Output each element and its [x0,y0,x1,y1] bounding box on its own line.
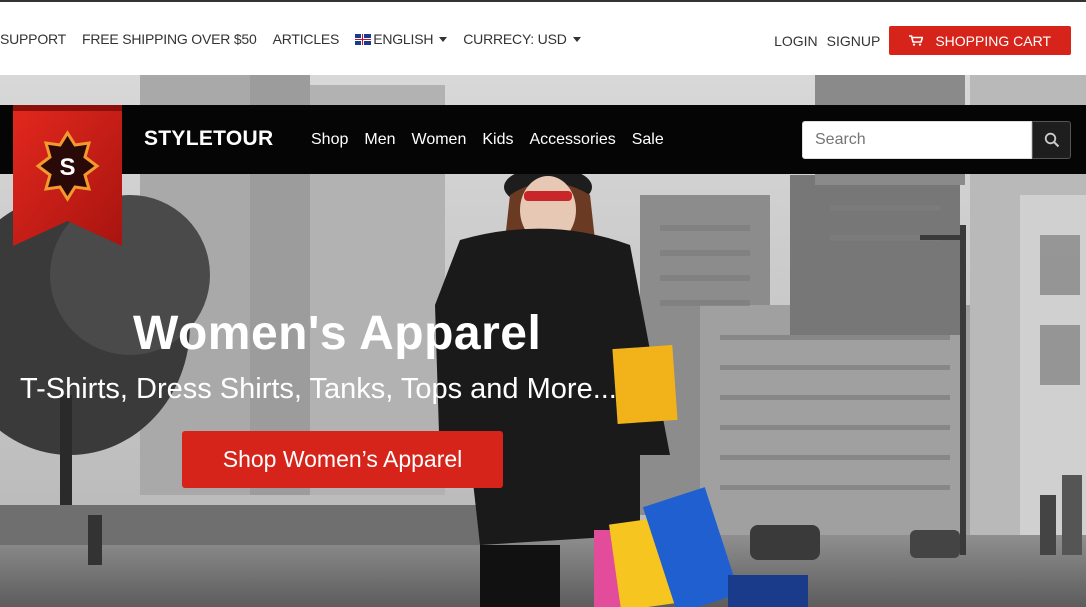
language-dropdown[interactable]: ENGLISH [355,31,448,47]
nav-item-women[interactable]: Women [412,131,467,149]
search-input[interactable] [802,121,1032,159]
nav-item-shop[interactable]: Shop [311,131,348,149]
nav-item-men[interactable]: Men [364,131,395,149]
logo-letter: S [59,154,75,181]
uk-flag-icon [355,33,372,45]
logo-ribbon[interactable]: S [13,105,122,246]
nav-item-sale[interactable]: Sale [632,131,664,149]
language-label: ENGLISH [373,31,434,47]
page: SUPPORT FREE SHIPPING OVER $50 ARTICLES … [0,0,1086,607]
nav-item-kids[interactable]: Kids [482,131,513,149]
caret-down-icon [439,36,448,42]
currency-label: CURRECY: USD [463,31,567,47]
hero-title: Women's Apparel [133,307,542,360]
support-link[interactable]: SUPPORT [0,31,66,47]
brand-name[interactable]: STYLETOUR [144,127,274,151]
hero-subtitle: T-Shirts, Dress Shirts, Tanks, Tops and … [20,373,617,405]
main-navbar: STYLETOUR Shop Men Women Kids Accessorie… [0,105,1086,174]
free-shipping-link[interactable]: FREE SHIPPING OVER $50 [82,31,257,47]
shopping-cart-label: SHOPPING CART [935,32,1051,49]
nav-item-accessories[interactable]: Accessories [529,131,615,149]
shopping-cart-icon [909,35,924,46]
shopping-cart-button[interactable]: SHOPPING CART [889,26,1071,55]
nav-menu: Shop Men Women Kids Accessories Sale [311,131,680,149]
top-utility-bar: SUPPORT FREE SHIPPING OVER $50 ARTICLES … [0,0,1086,75]
signup-link[interactable]: SIGNUP [827,33,881,49]
login-link[interactable]: LOGIN [774,33,818,49]
currency-dropdown[interactable]: CURRECY: USD [463,31,581,47]
shop-womens-apparel-button[interactable]: Shop Women’s Apparel [182,431,503,488]
search-button[interactable] [1032,121,1071,159]
search-icon [1044,132,1059,148]
utility-links: SUPPORT FREE SHIPPING OVER $50 ARTICLES … [0,31,597,47]
caret-down-icon [572,36,581,42]
articles-link[interactable]: ARTICLES [273,31,340,47]
account-area: LOGIN SIGNUP SHOPPING CART [774,26,1071,55]
